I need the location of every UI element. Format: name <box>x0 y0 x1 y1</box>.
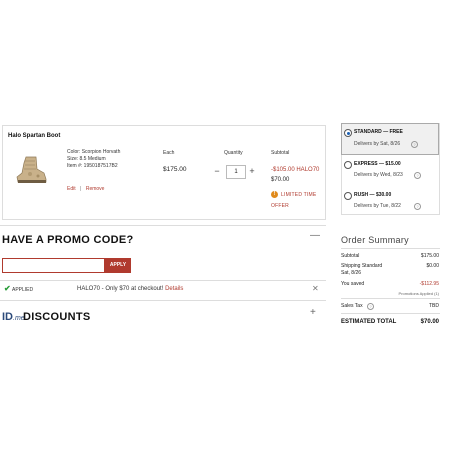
product-color: Color: Scorpion Horvath <box>67 149 121 155</box>
discounts-heading[interactable]: DISCOUNTS <box>23 311 90 323</box>
promotions-applied-link[interactable]: Promotions Applied (1) <box>339 291 439 296</box>
promo-details-link[interactable]: Details <box>165 286 183 292</box>
collapse-icon[interactable]: — <box>310 230 320 241</box>
summary-shipping-label-2: Sat, 8/26 <box>341 270 362 276</box>
subtotal-price: $70.00 <box>271 177 290 183</box>
summary-saved-value: -$112.95 <box>419 281 439 287</box>
shipping-rush-date: Delivers by Tue, 8/22 <box>354 203 401 209</box>
summary-divider <box>341 248 440 249</box>
quantity-header: Quantity <box>224 150 243 156</box>
limited-offer-label-1: LIMITED TIME <box>281 192 317 198</box>
shipping-rush-radio[interactable] <box>344 192 352 200</box>
expand-icon[interactable]: + <box>310 307 316 318</box>
shipping-express-title[interactable]: EXPRESS — $15.00 <box>354 161 401 167</box>
edit-link[interactable]: Edit <box>67 186 76 192</box>
promo-code-heading: HAVE A PROMO CODE? <box>2 234 134 246</box>
shipping-standard-title: STANDARD — FREE <box>354 129 403 135</box>
limited-offer-icon: ! <box>271 191 278 198</box>
product-item-number: Item #: 1950187517B2 <box>67 163 118 169</box>
each-header: Each <box>163 150 175 156</box>
quantity-input[interactable]: 1 <box>226 165 246 179</box>
shipping-rush-title[interactable]: RUSH — $30.00 <box>354 192 391 198</box>
section-divider <box>0 280 326 281</box>
remove-link[interactable]: Remove <box>86 186 105 192</box>
shipping-option-standard[interactable] <box>341 123 439 155</box>
applied-label: APPLIED <box>12 287 34 293</box>
help-icon[interactable]: ? <box>414 203 421 210</box>
help-icon[interactable]: ? <box>411 141 418 148</box>
shipping-standard-radio[interactable] <box>344 129 352 137</box>
subtotal-header: Subtotal <box>271 150 290 156</box>
quantity-decrease-button[interactable]: − <box>212 166 222 176</box>
shipping-standard-date: Delivers by Sat, 8/26 <box>354 141 401 147</box>
item-actions: Edit | Remove <box>67 177 104 195</box>
product-image[interactable] <box>14 155 48 185</box>
product-size: Size: 8.5 Medium <box>67 156 106 162</box>
promo-code-input[interactable] <box>2 258 105 273</box>
promo-message-text: HALO70 - Only $70 at checkout! <box>77 286 164 292</box>
summary-shipping-value: $0.00 <box>426 263 439 269</box>
summary-saved-label: You saved <box>341 281 365 287</box>
check-icon: ✔ <box>4 284 11 293</box>
summary-subtotal-label: Subtotal <box>341 253 360 259</box>
summary-tax-label: Sales Tax <box>341 303 363 309</box>
idme-logo-id: ID <box>2 311 13 323</box>
section-divider <box>0 225 326 226</box>
summary-divider <box>341 298 440 299</box>
applied-promo-message: HALO70 - Only $70 at checkout! Details <box>77 286 183 292</box>
discount-line: -$105.00 HALO70 <box>271 167 320 173</box>
each-price: $175.00 <box>163 166 187 173</box>
product-name[interactable]: Halo Spartan Boot <box>8 133 60 139</box>
estimated-total-label: ESTIMATED TOTAL <box>341 319 397 325</box>
remove-promo-icon[interactable]: ✕ <box>312 284 319 293</box>
summary-subtotal-value: $175.00 <box>420 253 439 259</box>
action-separator: | <box>80 186 82 192</box>
estimated-total-value: $70.00 <box>420 319 439 325</box>
shipping-express-radio[interactable] <box>344 161 352 169</box>
order-summary-heading: Order Summary <box>341 235 409 245</box>
help-icon[interactable]: ? <box>414 172 421 179</box>
apply-button[interactable]: APPLY <box>105 258 131 273</box>
section-divider <box>0 300 326 301</box>
quantity-increase-button[interactable]: + <box>247 166 257 176</box>
limited-offer-label-2: OFFER <box>271 203 289 209</box>
shipping-express-date: Delivers by Wed, 8/23 <box>354 172 403 178</box>
idme-logo: ID.me <box>2 311 25 323</box>
summary-tax-value: TBD <box>429 303 439 309</box>
summary-divider <box>341 313 440 314</box>
